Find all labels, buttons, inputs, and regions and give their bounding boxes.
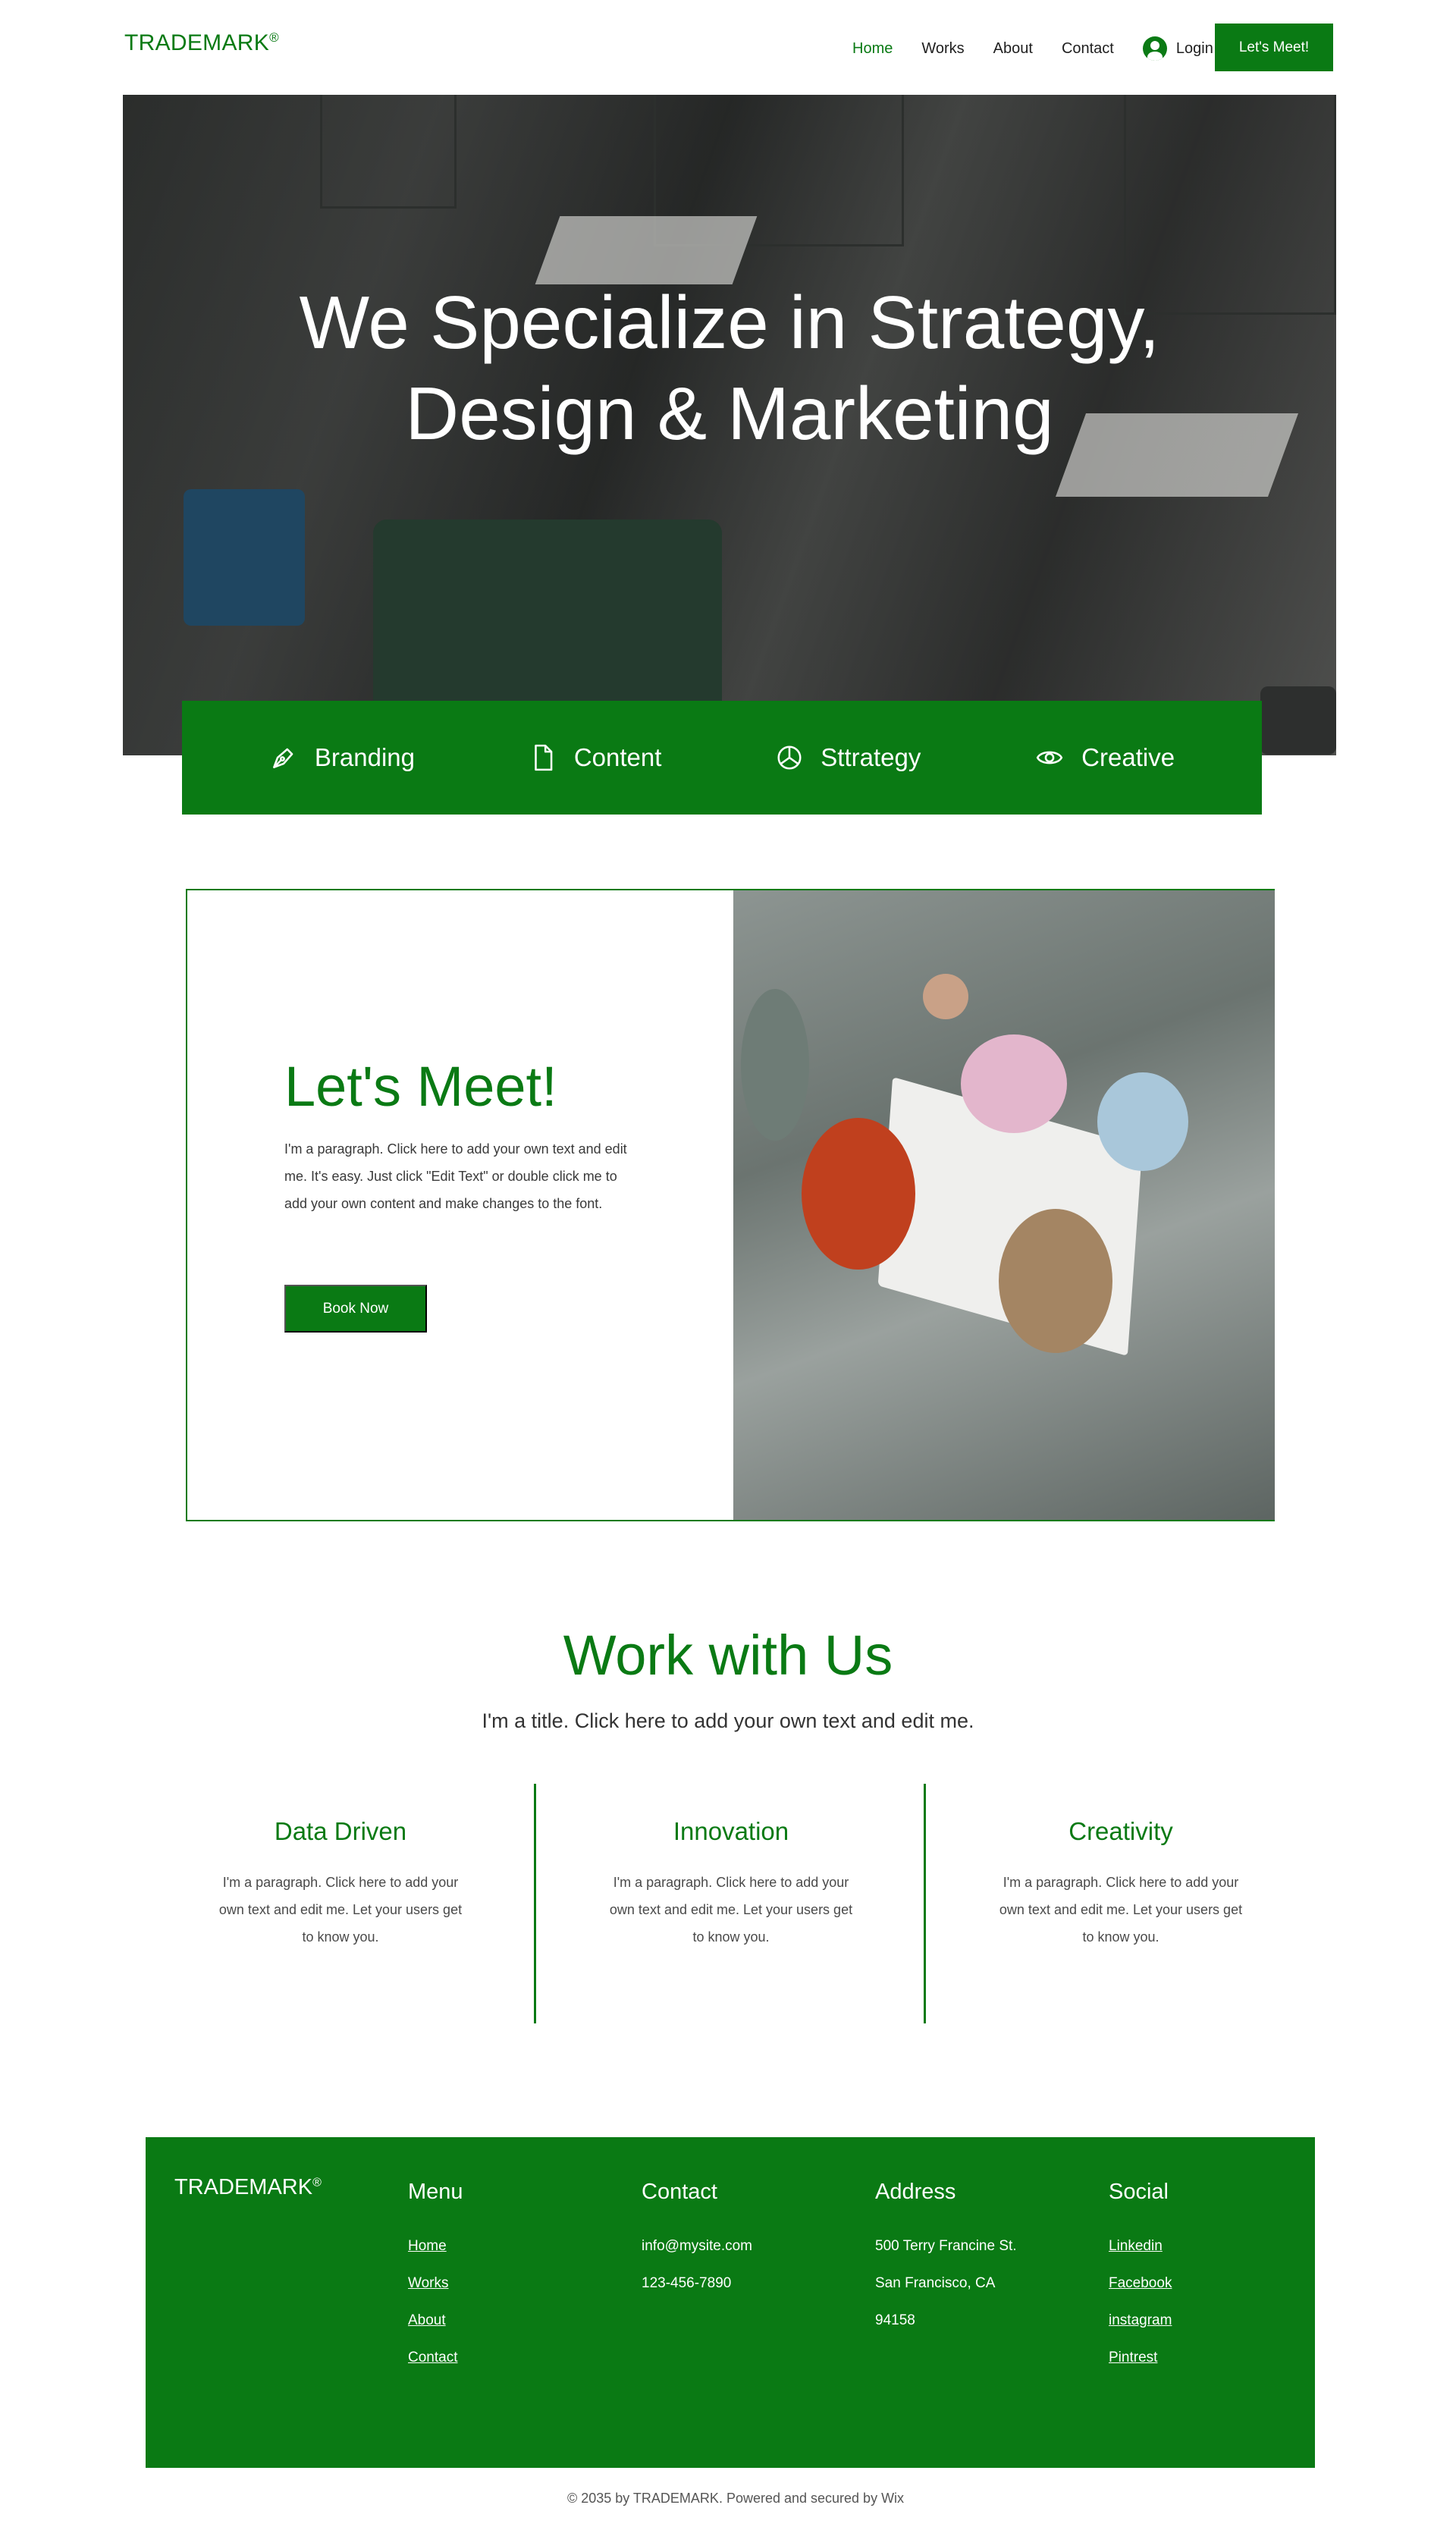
service-content[interactable]: Content (529, 743, 662, 772)
lets-meet-text: Let's Meet! I'm a paragraph. Click here … (284, 1054, 633, 1217)
feature-column: Innovation I'm a paragraph. Click here t… (536, 1784, 926, 2023)
nav-works[interactable]: Works (921, 40, 964, 58)
lets-meet-paragraph: I'm a paragraph. Click here to add your … (284, 1141, 627, 1211)
footer-contact-title: Contact (642, 2180, 717, 2204)
footer-address-line: San Francisco, CA (875, 2275, 996, 2291)
feature-text: I'm a paragraph. Click here to add your … (218, 1875, 463, 1945)
nav-contact[interactable]: Contact (1062, 40, 1114, 58)
service-label: Branding (314, 743, 416, 771)
main-nav: Home Works About Contact Login (852, 36, 1236, 61)
service-branding[interactable]: Branding (269, 743, 415, 772)
footer-link-pinterest[interactable]: Pintrest (1109, 2339, 1172, 2376)
footer-link-linkedin[interactable]: Linkedin (1109, 2227, 1172, 2265)
site-footer: TRADEMARK® Menu Home Works About Contact… (146, 2137, 1315, 2468)
service-label: Content (573, 743, 662, 771)
hero-title-line1: We Specialize in Strategy, (299, 281, 1160, 364)
logo-text: TRADEMARK (124, 30, 270, 55)
footer-logo-text: TRADEMARK (174, 2175, 313, 2199)
nav-about[interactable]: About (993, 40, 1033, 58)
footer-link-home[interactable]: Home (408, 2227, 463, 2265)
feature-text: I'm a paragraph. Click here to add your … (999, 1875, 1243, 1945)
copyright-text: © 2035 by TRADEMARK. Powered and secured… (566, 2491, 905, 2506)
nav-home[interactable]: Home (852, 40, 893, 58)
login-button[interactable]: Login (1142, 36, 1213, 61)
footer-logo[interactable]: TRADEMARK® (174, 2175, 322, 2200)
footer-address: Address 500 Terry Francine St. San Franc… (875, 2180, 1017, 2339)
footer-menu: Menu Home Works About Contact (408, 2180, 463, 2376)
feature-column: Data Driven I'm a paragraph. Click here … (146, 1784, 535, 2023)
user-circle-icon (1142, 36, 1167, 61)
feature-column: Creativity I'm a paragraph. Click here t… (926, 1784, 1316, 2023)
team-meeting-image (733, 890, 1275, 1520)
footer-link-instagram[interactable]: instagram (1109, 2302, 1172, 2339)
site-logo[interactable]: TRADEMARK® (124, 30, 279, 56)
feature-title: Innovation (673, 1817, 789, 1845)
footer-link-facebook[interactable]: Facebook (1109, 2265, 1172, 2302)
feature-title: Data Driven (274, 1817, 407, 1845)
footer-menu-title: Menu (408, 2180, 463, 2204)
footer-address-line: 500 Terry Francine St. (875, 2238, 1017, 2254)
service-label: Sttrategy (821, 743, 921, 771)
footer-address-title: Address (875, 2180, 956, 2204)
hero-title: We Specialize in Strategy, Design & Mark… (123, 277, 1336, 459)
footer-contact: Contact info@mysite.com 123-456-7890 (642, 2180, 752, 2302)
footer-social: Social Linkedin Facebook instagram Pintr… (1109, 2180, 1172, 2376)
book-now-button[interactable]: Book Now (284, 1285, 427, 1333)
footer-email: info@mysite.com (642, 2238, 752, 2254)
lets-meet-title: Let's Meet! (284, 1055, 557, 1118)
logo-registered-mark: ® (269, 30, 279, 45)
login-label: Login (1175, 39, 1213, 57)
service-strategy[interactable]: Sttrategy (775, 743, 921, 772)
work-with-us-subtitle: I'm a title. Click here to add your own … (482, 1709, 974, 1732)
feature-text: I'm a paragraph. Click here to add your … (609, 1875, 853, 1945)
hero-banner: We Specialize in Strategy, Design & Mark… (123, 95, 1336, 755)
eye-icon (1036, 751, 1063, 764)
footer-social-title: Social (1109, 2180, 1169, 2204)
services-bar: Branding Content Sttrategy Creative (182, 701, 1262, 815)
footer-link-about[interactable]: About (408, 2302, 463, 2339)
work-with-us-title: Work with Us (563, 1624, 893, 1687)
pie-chart-icon (777, 746, 802, 770)
document-icon (535, 744, 553, 771)
lets-meet-section: Let's Meet! I'm a paragraph. Click here … (186, 889, 1275, 1521)
feature-title: Creativity (1068, 1817, 1173, 1845)
footer-address-line: 94158 (875, 2312, 915, 2328)
footer-logo-registered-mark: ® (312, 2176, 322, 2190)
footer-link-contact[interactable]: Contact (408, 2339, 463, 2376)
service-creative[interactable]: Creative (1034, 743, 1175, 772)
footer-phone: 123-456-7890 (642, 2275, 732, 2291)
hero-title-line2: Design & Marketing (405, 372, 1054, 455)
lets-meet-button[interactable]: Let's Meet! (1215, 24, 1333, 71)
footer-link-works[interactable]: Works (408, 2265, 463, 2302)
pen-nib-icon (272, 748, 293, 768)
service-label: Creative (1081, 743, 1175, 771)
